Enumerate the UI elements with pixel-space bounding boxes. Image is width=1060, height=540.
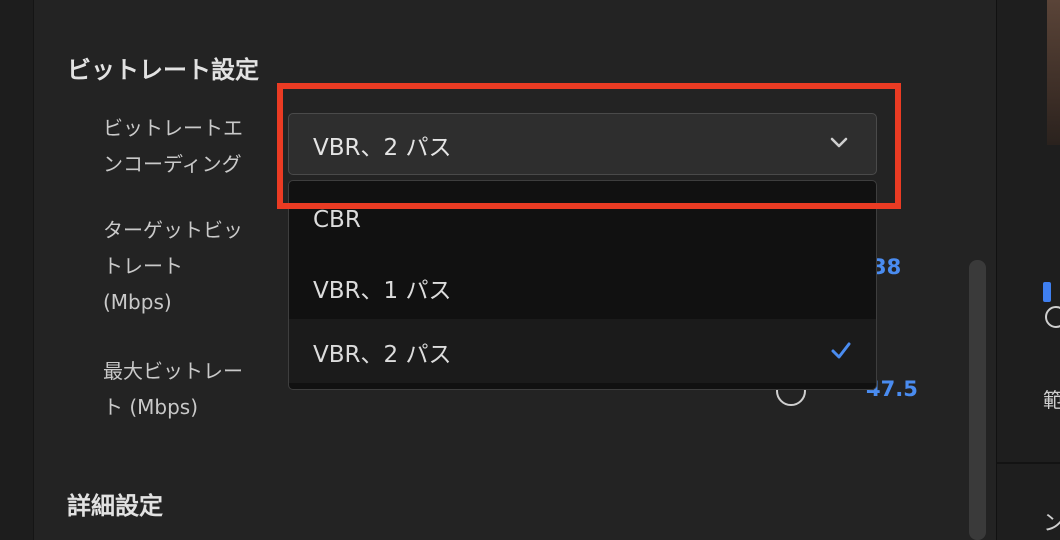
annotation-highlight-box xyxy=(277,83,901,209)
dropdown-option-label: VBR、1 パス xyxy=(313,278,452,304)
bitrate-encoding-label: ビットレートエ ンコーディング xyxy=(103,116,243,176)
dropdown-option-label: CBR xyxy=(313,207,361,233)
panel-scrollbar[interactable] xyxy=(969,260,986,540)
video-thumbnail xyxy=(1047,0,1060,145)
dropdown-option-vbr-1pass[interactable]: VBR、1 パス xyxy=(289,255,876,319)
dropdown-option-vbr-2pass[interactable]: VBR、2 パス xyxy=(289,319,876,383)
right-side-panel: 範 ン xyxy=(996,0,1060,540)
dropdown-option-label: VBR、2 パス xyxy=(313,342,452,368)
right-panel-divider xyxy=(997,462,1060,464)
checkmark-icon xyxy=(831,342,851,359)
max-bitrate-label: 最大ビットレー ト (Mbps) xyxy=(103,359,243,419)
bitrate-settings-heading: ビットレート設定 xyxy=(67,56,259,84)
advanced-settings-heading: 詳細設定 xyxy=(67,492,163,520)
left-panel-strip xyxy=(0,0,34,540)
bitrate-encoding-dropdown-menu: CBR VBR、1 パス VBR、2 パス xyxy=(288,180,877,390)
right-panel-label-fragment: 範 xyxy=(1043,384,1060,413)
target-bitrate-label: ターゲットビッ トレート (Mbps) xyxy=(103,218,243,314)
right-panel-blue-marker xyxy=(1043,282,1051,302)
right-panel-heading-fragment: ン xyxy=(1043,505,1060,537)
right-panel-slider-knob[interactable] xyxy=(1045,306,1060,328)
